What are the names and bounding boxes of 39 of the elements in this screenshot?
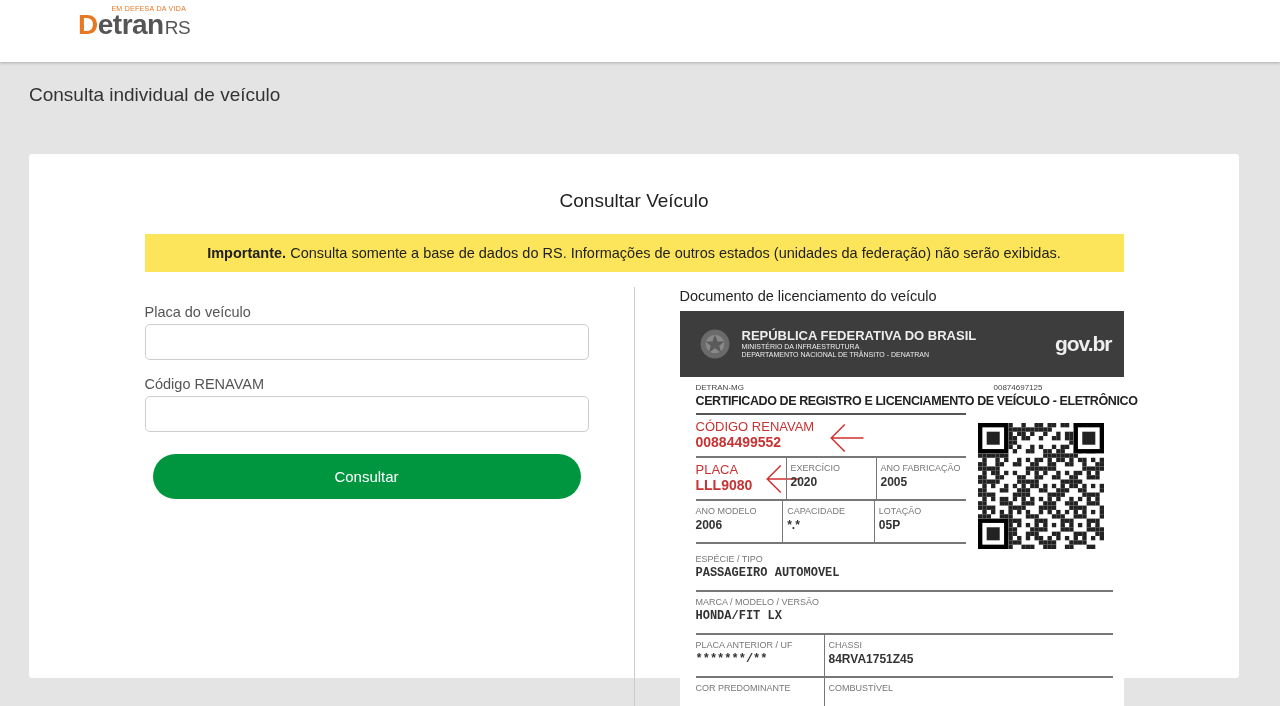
- consult-button[interactable]: Consultar: [152, 454, 581, 499]
- field-label: CÓDIGO RENAVAM: [695, 419, 815, 434]
- field-label: Código RENAVAM: [144, 376, 266, 392]
- field-label: LOTAÇÃO: [878, 505, 922, 517]
- field-value: LLL9080: [695, 477, 753, 493]
- logo-wordmark: DetranRS: [78, 12, 191, 40]
- issuer-text: DETRAN-MG: [695, 383, 745, 392]
- field-label: MARCA / MODELO / VERSÃO: [695, 596, 820, 608]
- document-title: CERTIFICADO DE REGISTRO E LICENCIAMENTO DE VEÍCULO - ELETRÔNICO: [695, 394, 1138, 410]
- field-label: PLACA ANTERIOR / UF: [695, 639, 793, 651]
- field-value: 2006: [695, 517, 723, 533]
- input-field[interactable]: [144, 396, 589, 432]
- field-label: ANO FABRICAÇÃO: [880, 462, 961, 474]
- field-label: COMBUSTÍVEL: [828, 682, 893, 694]
- field-label: PLACA: [695, 462, 739, 477]
- field-label: CAPACIDADE: [787, 505, 846, 517]
- document-number: 00874697125: [993, 383, 1043, 392]
- field-value: *******/**: [695, 651, 768, 667]
- input-field[interactable]: [144, 324, 589, 360]
- field-value: *.*: [787, 517, 800, 533]
- brand-logo: gov.br: [1054, 332, 1112, 356]
- field-label: EXERCÍCIO: [790, 462, 840, 474]
- field-value: HONDA/FIT LX: [695, 608, 782, 624]
- field-label: COR PREDOMINANTE: [695, 682, 791, 694]
- field-label: ANO MODELO: [695, 505, 757, 517]
- field-value: 05P: [878, 517, 901, 533]
- field-value: 00884499552: [695, 434, 782, 450]
- field-label: ESPÉCIE / TIPO: [695, 553, 763, 565]
- field-label: Placa do veículo: [144, 304, 252, 320]
- field-label: CHASSI: [828, 639, 862, 651]
- field-value: 2020: [790, 474, 818, 490]
- field-value: PASSAGEIRO AUTOMOVEL: [695, 565, 840, 581]
- card-title: Consultar Veículo: [559, 190, 709, 212]
- page-title: Consulta individual de veículo: [29, 84, 282, 106]
- field-value: 2005: [880, 474, 908, 490]
- field-value: 84RVA1751Z45: [828, 651, 914, 667]
- banner-title: REPÚBLICA FEDERATIVA DO BRASIL: [741, 329, 978, 343]
- notice-banner: Importante. Consulta somente a base de dados do RS. Informações de outros estados (unidades da federação) não serão exibidas.: [144, 234, 1124, 272]
- document-caption: Documento de licenciamento do veículo: [679, 288, 938, 304]
